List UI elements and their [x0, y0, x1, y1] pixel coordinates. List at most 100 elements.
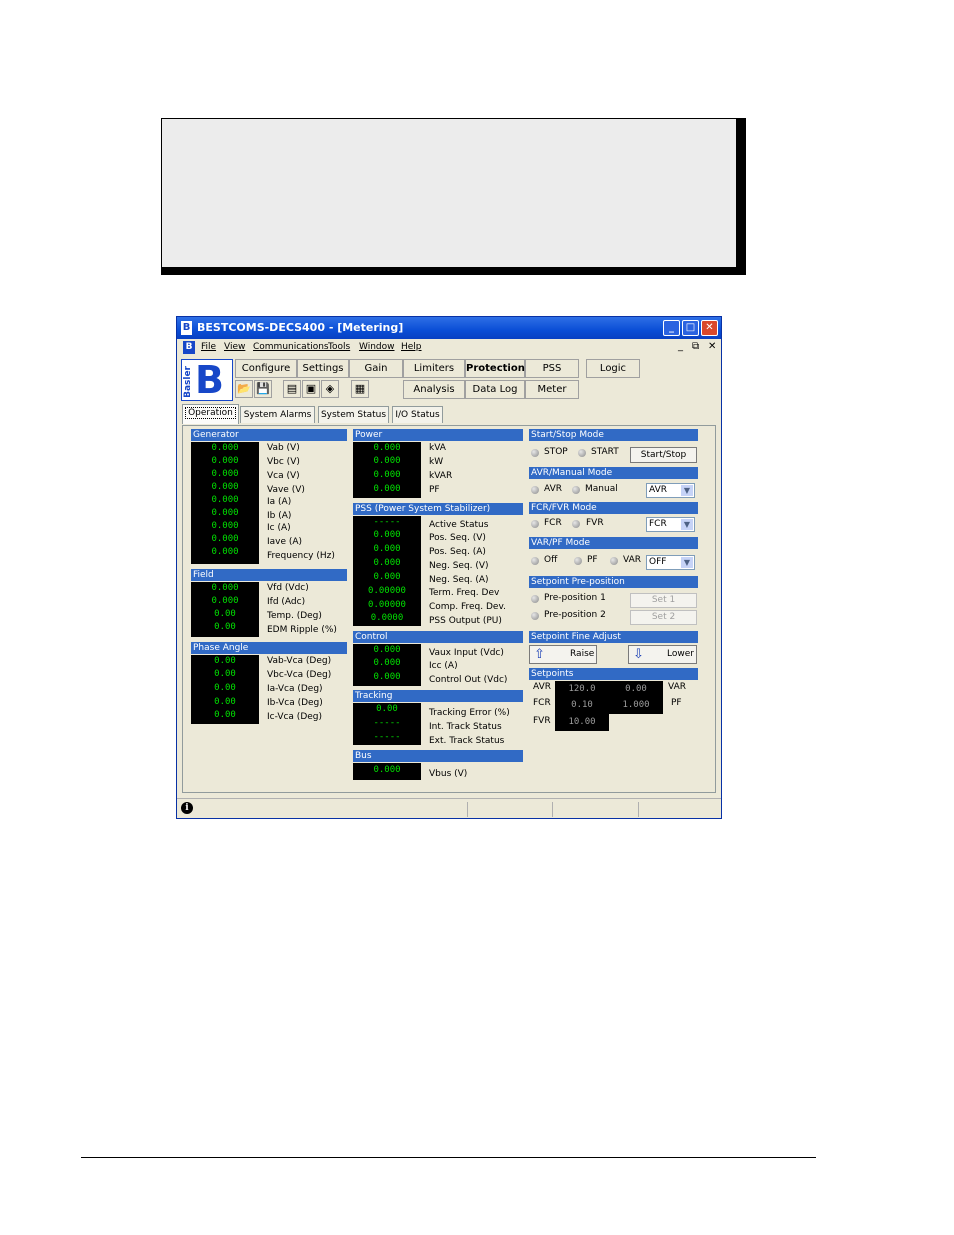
logic-button[interactable]: Logic: [586, 359, 640, 378]
generator-value: 0.000: [211, 456, 239, 466]
data-log-button[interactable]: Data Log: [465, 380, 525, 399]
menu-file[interactable]: File: [201, 342, 216, 352]
title-bar[interactable]: B BESTCOMS-DECS400 - [Metering] _ □ ✕: [177, 317, 721, 339]
limiters-button[interactable]: Limiters: [403, 359, 465, 378]
raise-button[interactable]: ⇧ Raise: [529, 645, 597, 664]
gain-button[interactable]: Gain: [349, 359, 403, 378]
bus-value: 0.000: [373, 765, 401, 775]
field-header: Field: [191, 569, 347, 581]
setpoint-pf-value[interactable]: 1.000: [609, 697, 663, 714]
preposition-2-indicator: [531, 612, 539, 620]
basler-wordmark: Basler: [183, 366, 193, 398]
var-pf-select[interactable]: OFF ▼: [646, 555, 695, 570]
fcr-fvr-header: FCR/FVR Mode: [529, 502, 698, 514]
generator-label: Ia (A): [267, 497, 292, 507]
menu-help[interactable]: Help: [401, 342, 422, 352]
maximize-button[interactable]: □: [682, 320, 699, 336]
fcr-fvr-select[interactable]: FCR ▼: [646, 517, 695, 532]
set-2-button[interactable]: Set 2: [630, 610, 697, 625]
control-header: Control: [353, 631, 523, 643]
tab-system-status[interactable]: System Status: [318, 406, 389, 423]
setpoint-fcr-value[interactable]: 0.10: [555, 697, 609, 714]
tracking-value: -----: [373, 718, 401, 728]
pss-value: 0.000: [373, 530, 401, 540]
download-icon[interactable]: ◈: [321, 380, 339, 398]
generator-label: Vave (V): [267, 485, 305, 495]
setpoint-pf-label: PF: [671, 698, 682, 708]
avr-indicator: [531, 486, 539, 494]
menu-tools[interactable]: Tools: [328, 342, 350, 352]
pss-value: 0.000: [373, 544, 401, 554]
power-value: 0.000: [373, 456, 401, 466]
configure-button[interactable]: Configure: [235, 359, 297, 378]
field-label: Ifd (Adc): [267, 597, 306, 607]
protection-button[interactable]: Protection: [465, 359, 525, 378]
field-label: Temp. (Deg): [267, 611, 322, 621]
phase-angle-value: 0.00: [214, 669, 236, 679]
power-value: 0.000: [373, 470, 401, 480]
meter-button[interactable]: Meter: [525, 380, 579, 399]
generator-value: 0.000: [211, 495, 239, 505]
field-value: 0.00: [214, 609, 236, 619]
tab-system-alarms[interactable]: System Alarms: [240, 406, 315, 423]
mdi-close-button[interactable]: ✕: [708, 341, 716, 352]
field-value: 0.000: [211, 583, 239, 593]
pss-button[interactable]: PSS: [525, 359, 579, 378]
stop-indicator: [531, 449, 539, 457]
power-label: kVAR: [429, 471, 453, 481]
notepad-icon[interactable]: ▦: [351, 380, 369, 398]
window-title: BESTCOMS-DECS400 - [Metering]: [197, 321, 404, 334]
field-label: EDM Ripple (%): [267, 625, 337, 635]
control-value: 0.000: [373, 672, 401, 682]
preposition-header: Setpoint Pre-position: [529, 576, 698, 588]
menu-communications[interactable]: Communications: [253, 342, 329, 352]
analysis-button[interactable]: Analysis: [403, 380, 465, 399]
phase-angle-value: 0.00: [214, 697, 236, 707]
generator-header: Generator: [191, 429, 347, 441]
generator-label: Vbc (V): [267, 457, 300, 467]
minimize-button[interactable]: _: [663, 320, 680, 336]
avr-manual-select[interactable]: AVR ▼: [646, 483, 695, 498]
tab-operation[interactable]: Operation: [182, 404, 239, 424]
mdi-minimize-button[interactable]: _: [678, 341, 683, 352]
setpoint-fvr-value[interactable]: 10.00: [555, 714, 609, 731]
doc-logo-icon[interactable]: B: [183, 341, 195, 354]
frame-shadow-right: [737, 118, 746, 275]
off-label: Off: [544, 555, 558, 565]
generator-label: Vca (V): [267, 471, 300, 481]
pss-value: 0.000: [373, 572, 401, 582]
pf-indicator: [574, 557, 582, 565]
field-value: 0.000: [211, 596, 239, 606]
fvr-label: FVR: [586, 518, 604, 528]
chevron-down-icon: ▼: [681, 557, 693, 568]
menu-window[interactable]: Window: [359, 342, 395, 352]
start-stop-button[interactable]: Start/Stop: [630, 447, 697, 463]
print-icon[interactable]: ▤: [283, 380, 301, 398]
phase-angle-label: Ic-Vca (Deg): [267, 712, 323, 722]
chevron-down-icon: ▼: [681, 519, 693, 530]
menu-view[interactable]: View: [224, 342, 245, 352]
tab-io-status[interactable]: I/O Status: [392, 406, 443, 423]
setpoint-var-value[interactable]: 0.00: [609, 681, 663, 697]
tracking-value: 0.00: [376, 704, 398, 714]
open-folder-icon[interactable]: 📂: [235, 380, 253, 398]
preposition-2-label: Pre-position 2: [544, 610, 606, 620]
phase-angle-label: Vbc-Vca (Deg): [267, 670, 332, 680]
control-label: Control Out (Vdc): [429, 675, 508, 685]
setpoint-fcr-label: FCR: [533, 698, 551, 708]
save-icon[interactable]: 💾: [254, 380, 272, 398]
avr-label: AVR: [544, 484, 562, 494]
close-button[interactable]: ✕: [701, 320, 718, 336]
start-indicator: [578, 449, 586, 457]
settings-button[interactable]: Settings: [297, 359, 349, 378]
mdi-restore-button[interactable]: ⧉: [692, 341, 699, 352]
arrow-down-icon: ⇩: [633, 647, 644, 662]
upload-icon[interactable]: ▣: [302, 380, 320, 398]
generator-value: 0.000: [211, 443, 239, 453]
pss-label: Pos. Seq. (V): [429, 533, 486, 543]
footer-rule: [81, 1157, 816, 1158]
setpoint-avr-value[interactable]: 120.0: [555, 681, 609, 697]
set-1-button[interactable]: Set 1: [630, 593, 697, 608]
pss-label: PSS Output (PU): [429, 616, 502, 626]
lower-button[interactable]: ⇩ Lower: [628, 645, 697, 664]
